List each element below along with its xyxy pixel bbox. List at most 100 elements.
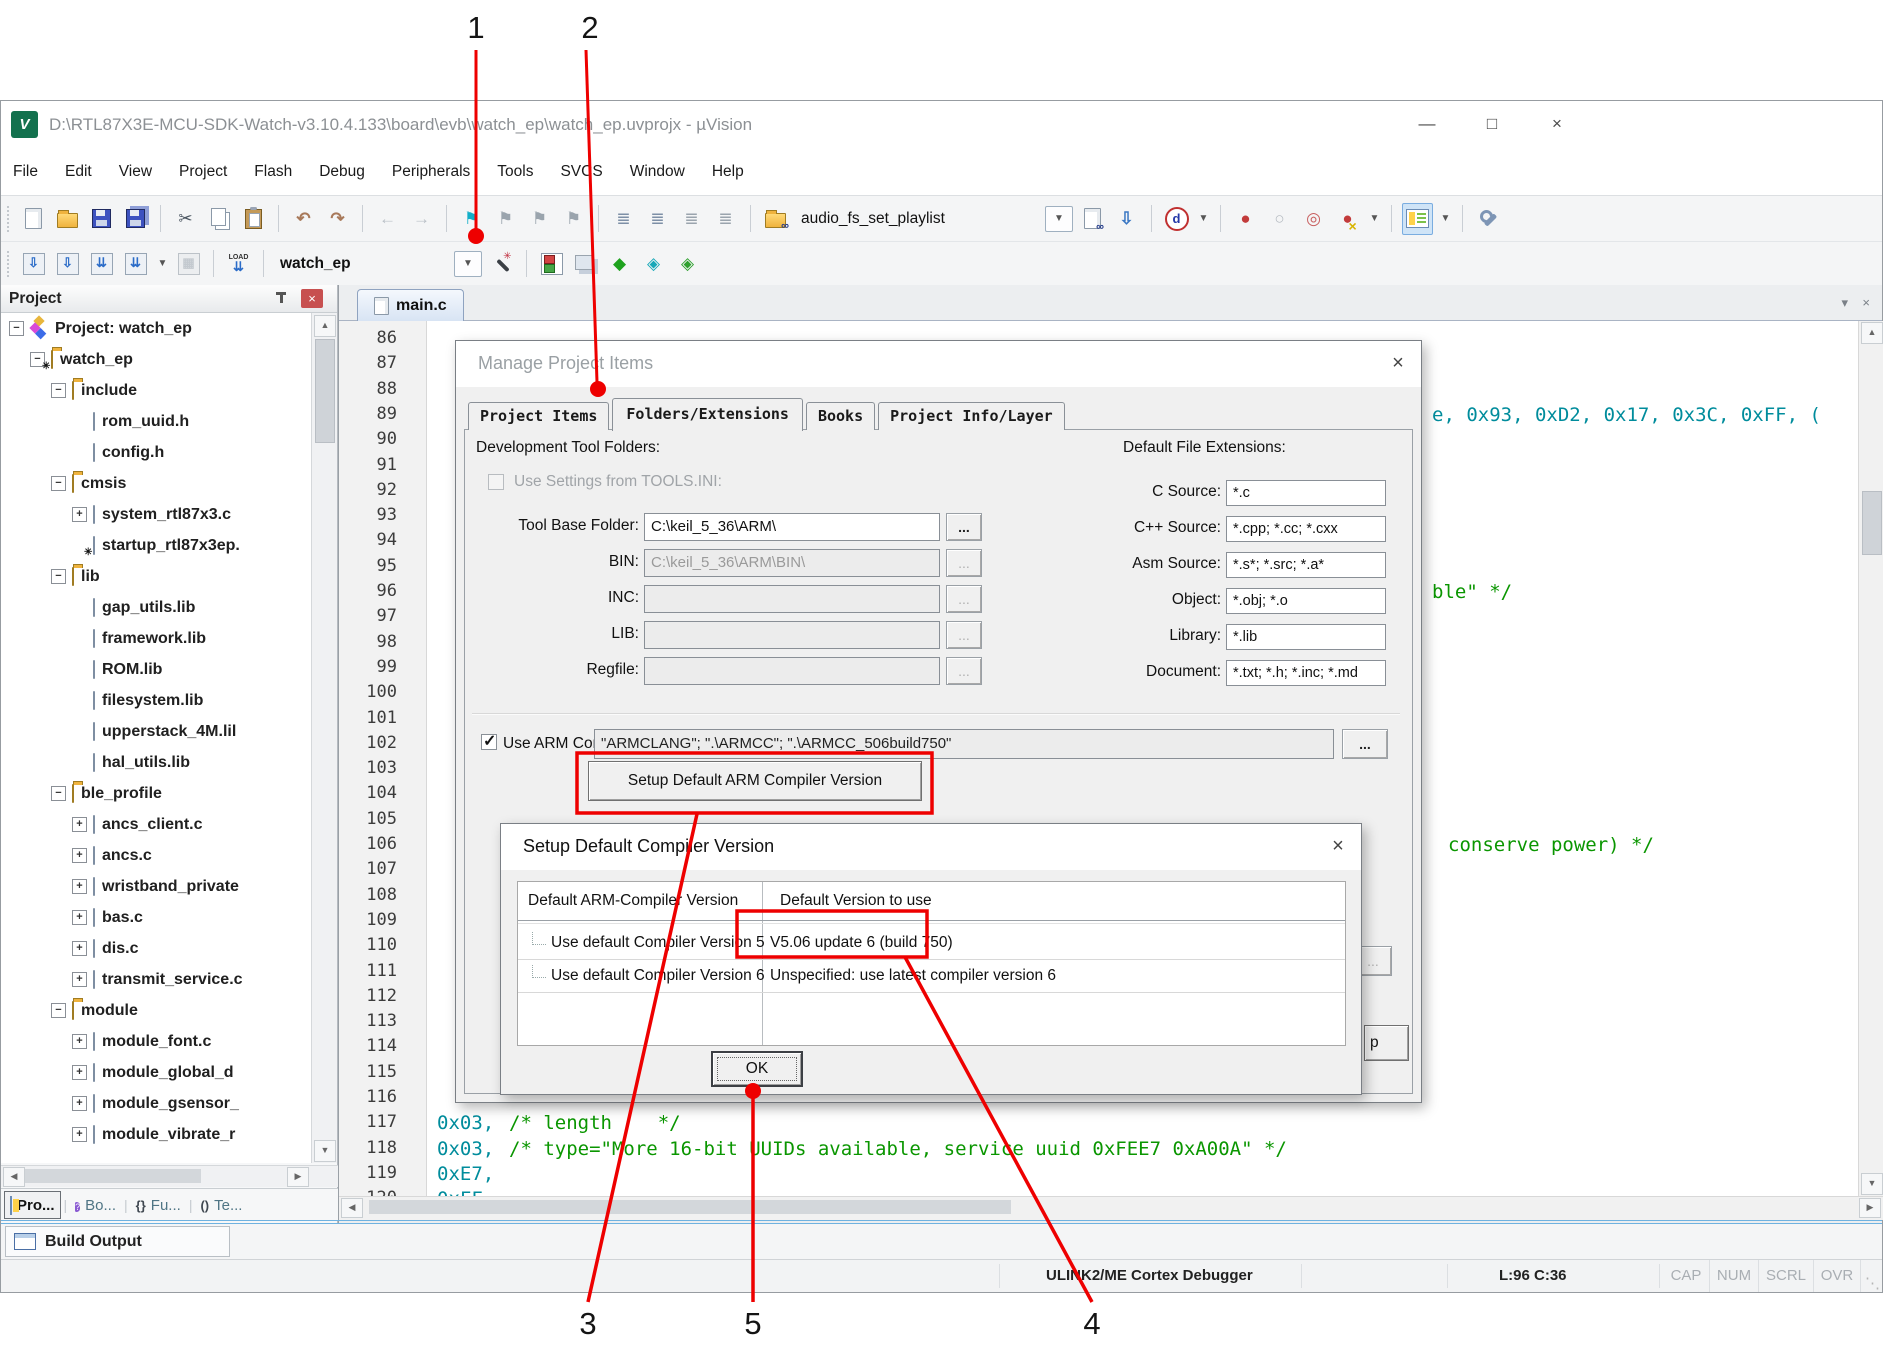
tree-item-project-watch-ep[interactable]: −Project: watch_ep	[1, 313, 312, 344]
panel-tab-pro[interactable]: Pro...	[4, 1191, 61, 1219]
expand-icon[interactable]: +	[72, 1034, 87, 1049]
menu-item-flash[interactable]: Flash	[254, 163, 292, 181]
ok-button[interactable]: OK	[711, 1051, 803, 1087]
editor-horizontal-scrollbar[interactable]: ◀ ▶	[339, 1196, 1883, 1220]
tree-item-module-font-c[interactable]: +module_font.c	[1, 1026, 312, 1057]
folder-field-inc[interactable]	[644, 585, 940, 613]
tree-item-module[interactable]: −module	[1, 995, 312, 1026]
tree-item-config-h[interactable]: config.h	[1, 437, 312, 468]
tree-item-ancs-client-c[interactable]: +ancs_client.c	[1, 809, 312, 840]
dropdown-arrow-icon[interactable]: ▼	[1045, 206, 1073, 232]
dialog-tab-project-info-layer[interactable]: Project Info/Layer	[878, 402, 1065, 430]
pin-icon[interactable]	[275, 292, 287, 306]
arm-compiler-browse-button[interactable]: ...	[1342, 729, 1388, 759]
toolbar-grip-icon[interactable]	[7, 206, 14, 232]
expand-icon[interactable]: +	[72, 941, 87, 956]
options-for-target-icon[interactable]	[487, 249, 516, 279]
expand-icon[interactable]: +	[72, 879, 87, 894]
menu-item-debug[interactable]: Debug	[319, 163, 365, 181]
bookmark-clear-icon[interactable]: ⚑	[559, 204, 588, 234]
folder-browse-button[interactable]: ...	[946, 513, 982, 541]
find-icon[interactable]: d	[1162, 204, 1191, 234]
batch-build-icon[interactable]	[121, 249, 150, 279]
scroll-thumb[interactable]	[369, 1200, 1011, 1214]
open-file-icon[interactable]	[53, 204, 82, 234]
tree-item-cmsis[interactable]: −cmsis	[1, 468, 312, 499]
collapse-icon[interactable]: −	[51, 569, 66, 584]
scroll-left-icon[interactable]: ◀	[341, 1198, 363, 1218]
close-icon[interactable]: ×	[1378, 341, 1418, 385]
panel-tab-te[interactable]: ()Te...	[195, 1192, 247, 1218]
extension-field-library[interactable]: *.lib	[1226, 624, 1386, 650]
manage-rte-icon[interactable]: ◆	[605, 249, 634, 279]
tree-item-rom-lib[interactable]: ROM.lib	[1, 654, 312, 685]
dialog-tab-books[interactable]: Books	[806, 402, 875, 430]
extension-field-csource[interactable]: *.c	[1226, 480, 1386, 506]
navigate-forward-icon[interactable]: →	[407, 204, 436, 234]
panel-close-icon[interactable]: ×	[301, 289, 323, 308]
tree-item-hal-utils-lib[interactable]: hal_utils.lib	[1, 747, 312, 778]
build-icon[interactable]	[53, 249, 82, 279]
target-combo[interactable]: watch_ep	[274, 251, 454, 277]
redo-icon[interactable]: ↷	[323, 204, 352, 234]
editor-vertical-scrollbar[interactable]: ▲ ▼	[1858, 321, 1883, 1196]
extension-field-object[interactable]: *.obj; *.o	[1226, 588, 1386, 614]
project-tree-horizontal-scrollbar[interactable]: ◀ ▶	[1, 1165, 338, 1187]
expand-icon[interactable]: +	[72, 1127, 87, 1142]
setup-default-arm-compiler-button[interactable]: Setup Default ARM Compiler Version	[588, 761, 922, 801]
enable-breakpoints-icon[interactable]: ◎	[1299, 204, 1328, 234]
panel-tab-bo[interactable]: ?Bo...	[70, 1192, 121, 1218]
tree-item-include[interactable]: −include	[1, 375, 312, 406]
menu-item-help[interactable]: Help	[712, 163, 744, 181]
rebuild-icon[interactable]	[87, 249, 116, 279]
translate-icon[interactable]	[19, 249, 48, 279]
close-button[interactable]: ×	[1536, 107, 1578, 141]
configure-icon[interactable]	[1473, 204, 1502, 234]
dropdown-arrow-icon[interactable]: ▼	[1196, 213, 1211, 224]
tree-item-ble-profile[interactable]: −ble_profile	[1, 778, 312, 809]
menu-item-svcs[interactable]: SVCS	[560, 163, 602, 181]
panel-tab-fu[interactable]: {}Fu...	[131, 1192, 186, 1218]
stop-build-icon[interactable]	[174, 249, 203, 279]
expand-icon[interactable]: +	[72, 507, 87, 522]
collapse-icon[interactable]: −	[51, 383, 66, 398]
tab-main-c[interactable]: main.c	[357, 289, 464, 321]
version-value[interactable]: Unspecified: use latest compiler version…	[770, 959, 1056, 992]
collapse-icon[interactable]: −	[51, 1003, 66, 1018]
expand-icon[interactable]: +	[72, 1065, 87, 1080]
tree-item-filesystem-lib[interactable]: filesystem.lib	[1, 685, 312, 716]
folder-browse-button[interactable]: ...	[946, 549, 982, 577]
find-in-files-icon[interactable]	[761, 204, 790, 234]
tree-item-wristband-private[interactable]: +wristband_private	[1, 871, 312, 902]
paste-icon[interactable]	[239, 204, 268, 234]
scroll-up-icon[interactable]: ▲	[1861, 322, 1883, 344]
folder-browse-button[interactable]: ...	[946, 621, 982, 649]
dropdown-arrow-icon[interactable]: ▼	[1438, 213, 1453, 224]
use-arm-compiler-checkbox[interactable]	[481, 734, 497, 750]
tree-item-lib[interactable]: −lib	[1, 561, 312, 592]
indent-icon[interactable]: ≣	[643, 204, 672, 234]
menu-item-tools[interactable]: Tools	[497, 163, 533, 181]
arm-compiler-folders-field[interactable]: "ARMCLANG"; ".\ARMCC"; ".\ARMCC_506build…	[594, 729, 1334, 759]
toolbar-grip-icon[interactable]	[7, 251, 14, 277]
collapse-icon[interactable]: −	[51, 786, 66, 801]
select-packs-icon[interactable]: ◈	[639, 249, 668, 279]
search-combo[interactable]: audio_fs_set_playlist	[795, 206, 1045, 232]
tools-ini-checkbox[interactable]	[488, 474, 504, 490]
compiler-version-row[interactable]: Use default Compiler Version 6Unspecifie…	[518, 959, 1345, 992]
bookmark-prev-icon[interactable]: ⚑	[491, 204, 520, 234]
expand-icon[interactable]: +	[72, 910, 87, 925]
menu-item-edit[interactable]: Edit	[65, 163, 92, 181]
tree-item-upperstack-4m-lil[interactable]: upperstack_4M.lil	[1, 716, 312, 747]
tree-item-bas-c[interactable]: +bas.c	[1, 902, 312, 933]
version-value[interactable]: V5.06 update 6 (build 750)	[770, 926, 953, 959]
bookmark-next-icon[interactable]: ⚑	[525, 204, 554, 234]
maximize-button[interactable]: □	[1471, 107, 1513, 141]
comment-selection-icon[interactable]: ≣	[677, 204, 706, 234]
folder-browse-button[interactable]: ...	[946, 585, 982, 613]
tree-item-dis-c[interactable]: +dis.c	[1, 933, 312, 964]
unindent-icon[interactable]: ≣	[609, 204, 638, 234]
scroll-thumb[interactable]	[1862, 491, 1882, 555]
project-tree-vertical-scrollbar[interactable]: ▲ ▼	[311, 313, 337, 1163]
scroll-left-icon[interactable]: ◀	[3, 1167, 25, 1187]
